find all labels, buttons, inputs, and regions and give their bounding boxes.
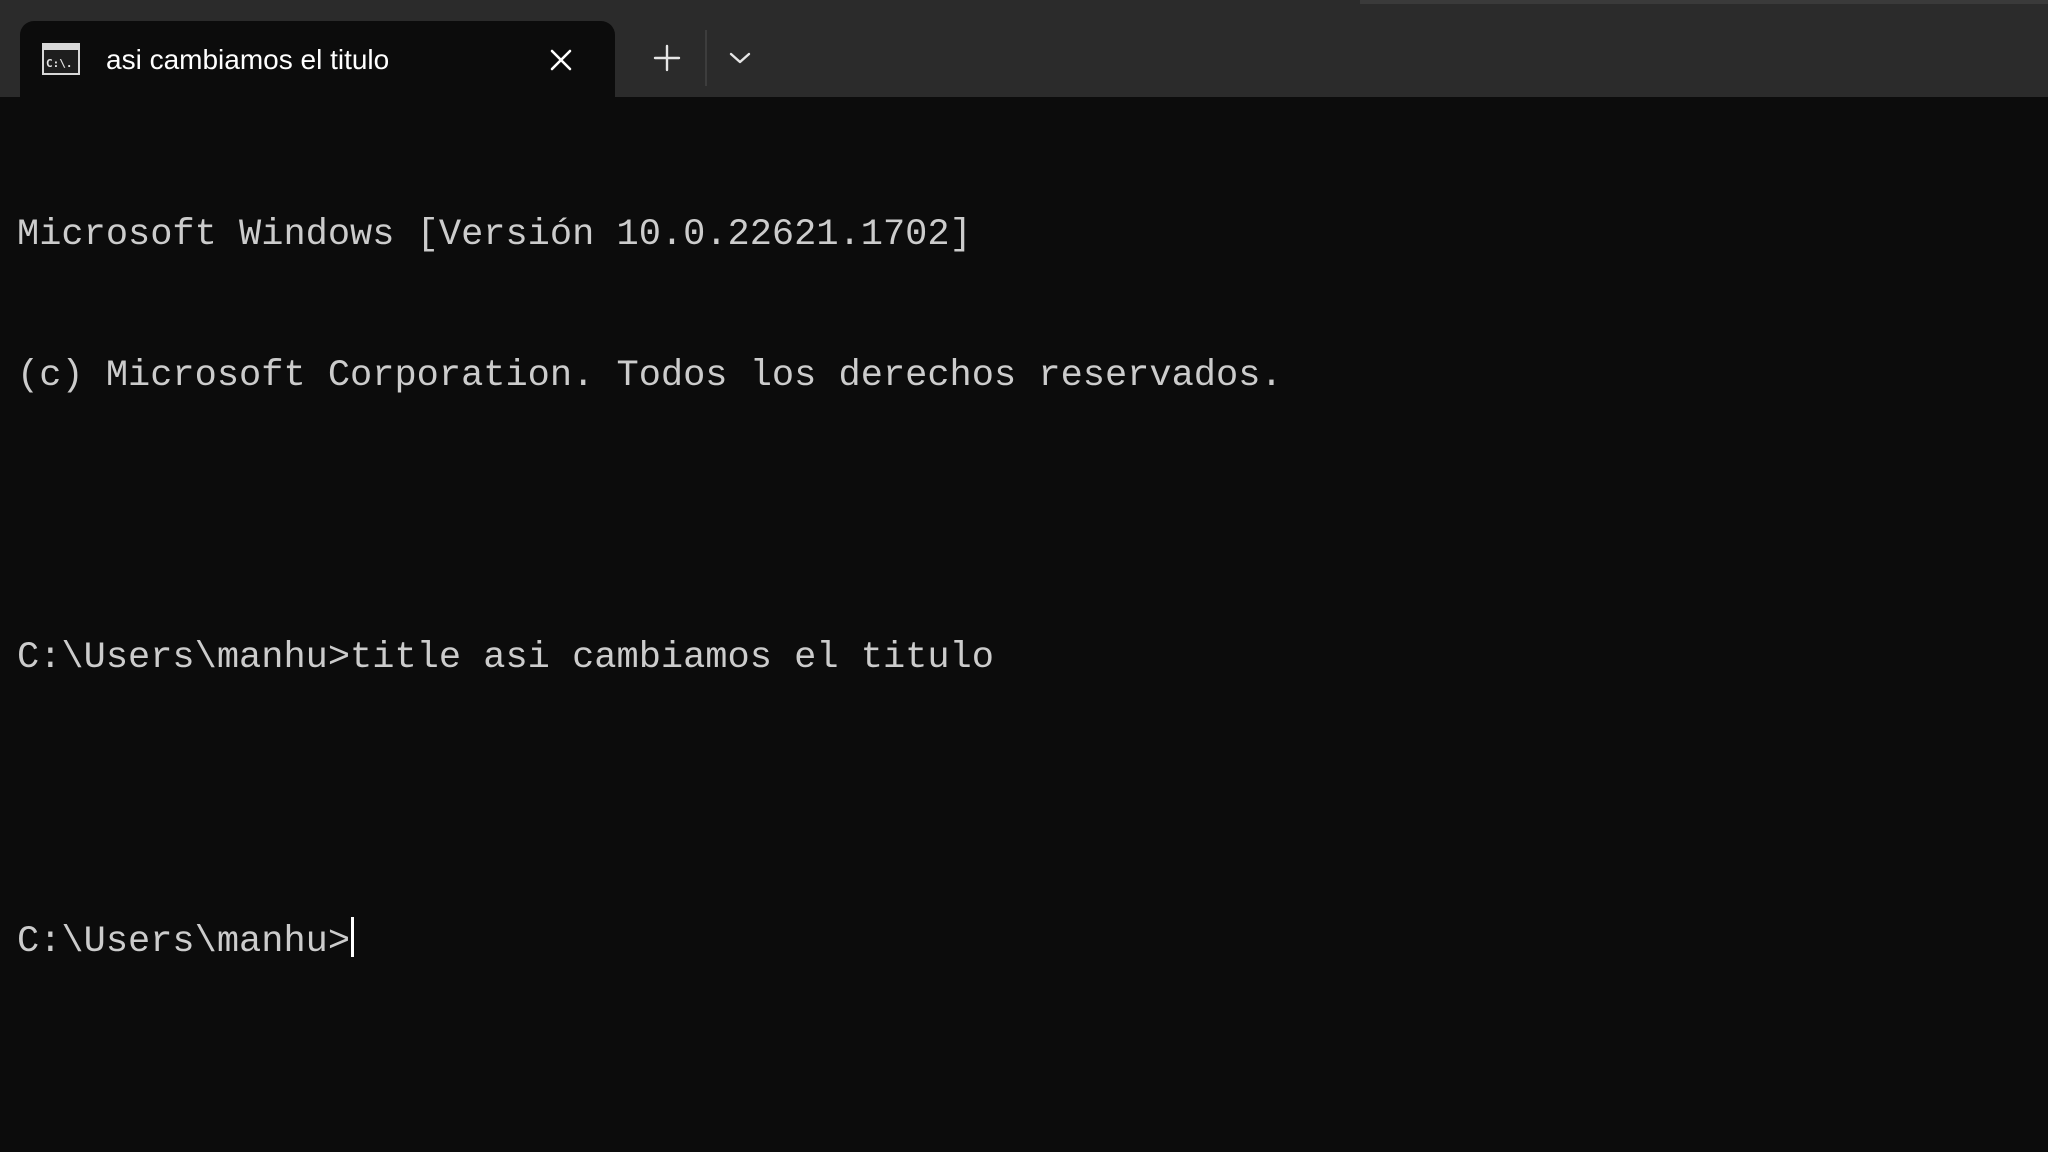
terminal-prompt-line[interactable]: C:\Users\manhu> (17, 917, 2048, 964)
terminal-prompt: C:\Users\manhu> (17, 921, 351, 963)
cmd-icon: C:\. (42, 43, 80, 75)
tab-title: asi cambiamos el titulo (106, 44, 390, 75)
tab-bar: C:\. asi cambiamos el titulo (0, 0, 2048, 97)
titlebar-drag-region (1360, 0, 2048, 4)
chevron-down-icon (729, 52, 751, 64)
cmd-icon-text: C:\. (46, 57, 73, 70)
text-cursor (351, 917, 355, 957)
terminal-line: Microsoft Windows [Versión 10.0.22621.17… (17, 214, 972, 256)
tab-divider (705, 30, 707, 86)
plus-icon (653, 44, 681, 72)
close-icon (550, 49, 572, 71)
close-tab-button[interactable] (540, 39, 582, 81)
terminal-line: C:\Users\manhu>title asi cambiamos el ti… (17, 637, 994, 679)
terminal-output[interactable]: Microsoft Windows [Versión 10.0.22621.17… (17, 118, 2048, 1152)
terminal-line: (c) Microsoft Corporation. Todos los der… (17, 355, 1283, 397)
terminal-window: C:\. asi cambiamos el titulo Microsoft W… (0, 0, 2048, 1152)
tab-dropdown-button[interactable] (715, 34, 765, 82)
tab-active[interactable]: C:\. asi cambiamos el titulo (20, 21, 615, 97)
new-tab-button[interactable] (641, 34, 693, 82)
